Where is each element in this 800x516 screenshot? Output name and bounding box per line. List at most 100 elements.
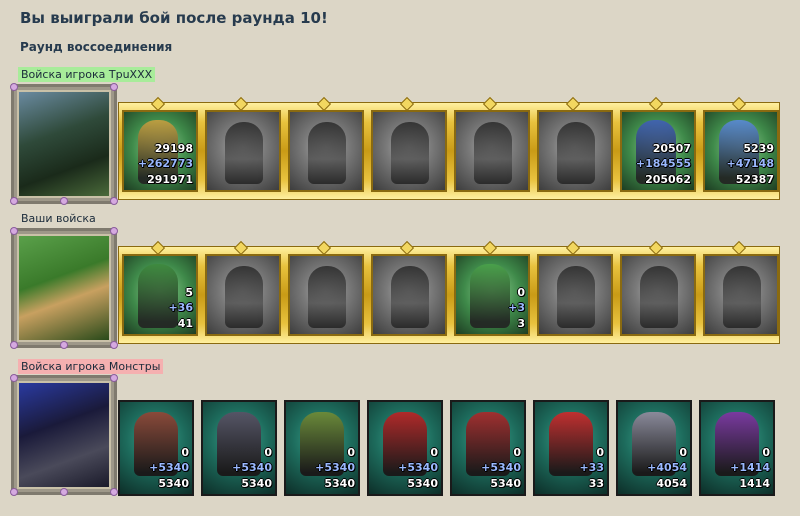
knight-icon (225, 122, 263, 184)
frame-gem-icon (110, 83, 118, 91)
frame-gem-icon (10, 341, 18, 349)
frame-ornament-icon (399, 96, 415, 112)
frame-ornament-icon (731, 240, 747, 256)
unit-total: 5340 (490, 477, 521, 490)
unit-bonus: +36 (168, 301, 193, 314)
frame-gem-icon (10, 197, 18, 205)
hero-portrait-beast[interactable] (17, 381, 111, 489)
unit-slot[interactable] (537, 254, 613, 336)
unit-total: 5340 (407, 477, 438, 490)
unit-slot[interactable] (288, 254, 364, 336)
unit-slot[interactable]: 5239 +47148 52387 (703, 110, 779, 192)
army-label: Войска игрока Монстры (18, 359, 164, 374)
unit-count: 20507 (652, 142, 691, 155)
frame-gem-icon (60, 488, 68, 496)
unit-count: 0 (679, 446, 687, 459)
unit-total: 5340 (241, 477, 272, 490)
monster-slot[interactable]: 0 +33 33 (533, 400, 609, 496)
unit-bonus: +47148 (726, 157, 775, 170)
monster-slot[interactable]: 0 +5340 5340 (367, 400, 443, 496)
unit-bonus: +262773 (137, 157, 193, 170)
unit-slot[interactable] (371, 254, 447, 336)
golem-icon (640, 266, 678, 328)
frame-ornament-icon (233, 96, 249, 112)
unit-bonus: +4054 (647, 461, 687, 474)
frame-ornament-icon (565, 96, 581, 112)
wizard-icon (723, 266, 761, 328)
round-subtitle: Раунд воссоединения (20, 40, 173, 54)
monster-slot[interactable]: 0 +5340 5340 (284, 400, 360, 496)
crossbowman-icon (474, 122, 512, 184)
hero-frame[interactable] (10, 374, 118, 496)
frame-ornament-icon (399, 240, 415, 256)
frame-gem-icon (110, 341, 118, 349)
unit-count: 29198 (154, 142, 193, 155)
frame-gem-icon (110, 488, 118, 496)
unit-slot[interactable] (205, 110, 281, 192)
unit-slot[interactable] (371, 110, 447, 192)
unit-row: 5 +36 41 0 +3 3 (118, 240, 780, 344)
unit-slot[interactable]: 20507 +184555 205062 (620, 110, 696, 192)
frame-gem-icon (60, 341, 68, 349)
army-label: Ваши войска (21, 212, 96, 225)
unit-bonus: +5340 (481, 461, 521, 474)
unit-slot[interactable]: 0 +3 3 (454, 254, 530, 336)
unit-slot[interactable] (703, 254, 779, 336)
unit-total: 1414 (739, 477, 770, 490)
frame-gem-icon (10, 488, 18, 496)
frame-ornament-icon (233, 240, 249, 256)
unit-slot[interactable] (620, 254, 696, 336)
unit-count: 0 (762, 446, 770, 459)
monster-slot[interactable]: 0 +4054 4054 (616, 400, 692, 496)
battle-result-title: Вы выиграли бой после раунда 10! (20, 9, 328, 27)
frame-ornament-icon (565, 240, 581, 256)
unit-slot[interactable]: 29198 +262773 291971 (122, 110, 198, 192)
unit-count: 0 (264, 446, 272, 459)
gargoyle-icon (391, 266, 429, 328)
unit-total: 33 (588, 477, 604, 490)
unit-slot[interactable] (454, 110, 530, 192)
hero-portrait-ranger[interactable] (17, 234, 111, 342)
unit-count: 0 (430, 446, 438, 459)
unit-total: 5340 (158, 477, 189, 490)
unit-row: 29198 +262773 291971 20507 +184555 205062 5239… (118, 96, 780, 200)
frame-gem-icon (110, 374, 118, 382)
frame-ornament-icon (482, 240, 498, 256)
unit-total: 3 (517, 317, 525, 330)
unit-slot[interactable] (205, 254, 281, 336)
frame-ornament-icon (731, 96, 747, 112)
monster-slot[interactable]: 0 +5340 5340 (118, 400, 194, 496)
unit-total: 5340 (324, 477, 355, 490)
unit-count: 0 (181, 446, 189, 459)
unit-total: 4054 (656, 477, 687, 490)
frame-ornament-icon (482, 96, 498, 112)
unit-slot[interactable] (537, 110, 613, 192)
dark-knight-icon (225, 266, 263, 328)
unit-total: 41 (177, 317, 193, 330)
frame-gem-icon (10, 83, 18, 91)
hero-portrait-witch[interactable] (17, 90, 111, 198)
griffin-icon (391, 122, 429, 184)
monk-icon (557, 122, 595, 184)
unit-slot[interactable]: 5 +36 41 (122, 254, 198, 336)
legionnaire-icon (308, 266, 346, 328)
frame-ornament-icon (316, 96, 332, 112)
unit-bonus: +5340 (149, 461, 189, 474)
hero-frame[interactable] (10, 227, 118, 349)
frame-gem-icon (110, 227, 118, 235)
frame-gem-icon (10, 227, 18, 235)
unit-count: 5 (185, 286, 193, 299)
unit-slot[interactable] (288, 110, 364, 192)
monster-slot[interactable]: 0 +5340 5340 (450, 400, 526, 496)
frame-ornament-icon (150, 96, 166, 112)
unit-total: 291971 (147, 173, 193, 186)
frame-gem-icon (60, 197, 68, 205)
frame-ornament-icon (150, 240, 166, 256)
unit-bonus: +33 (579, 461, 604, 474)
monster-slot[interactable]: 0 +1414 1414 (699, 400, 775, 496)
dwarf-icon (138, 264, 178, 328)
frame-gem-icon (10, 374, 18, 382)
monster-slot[interactable]: 0 +5340 5340 (201, 400, 277, 496)
unit-count: 0 (596, 446, 604, 459)
hero-frame[interactable] (10, 83, 118, 205)
